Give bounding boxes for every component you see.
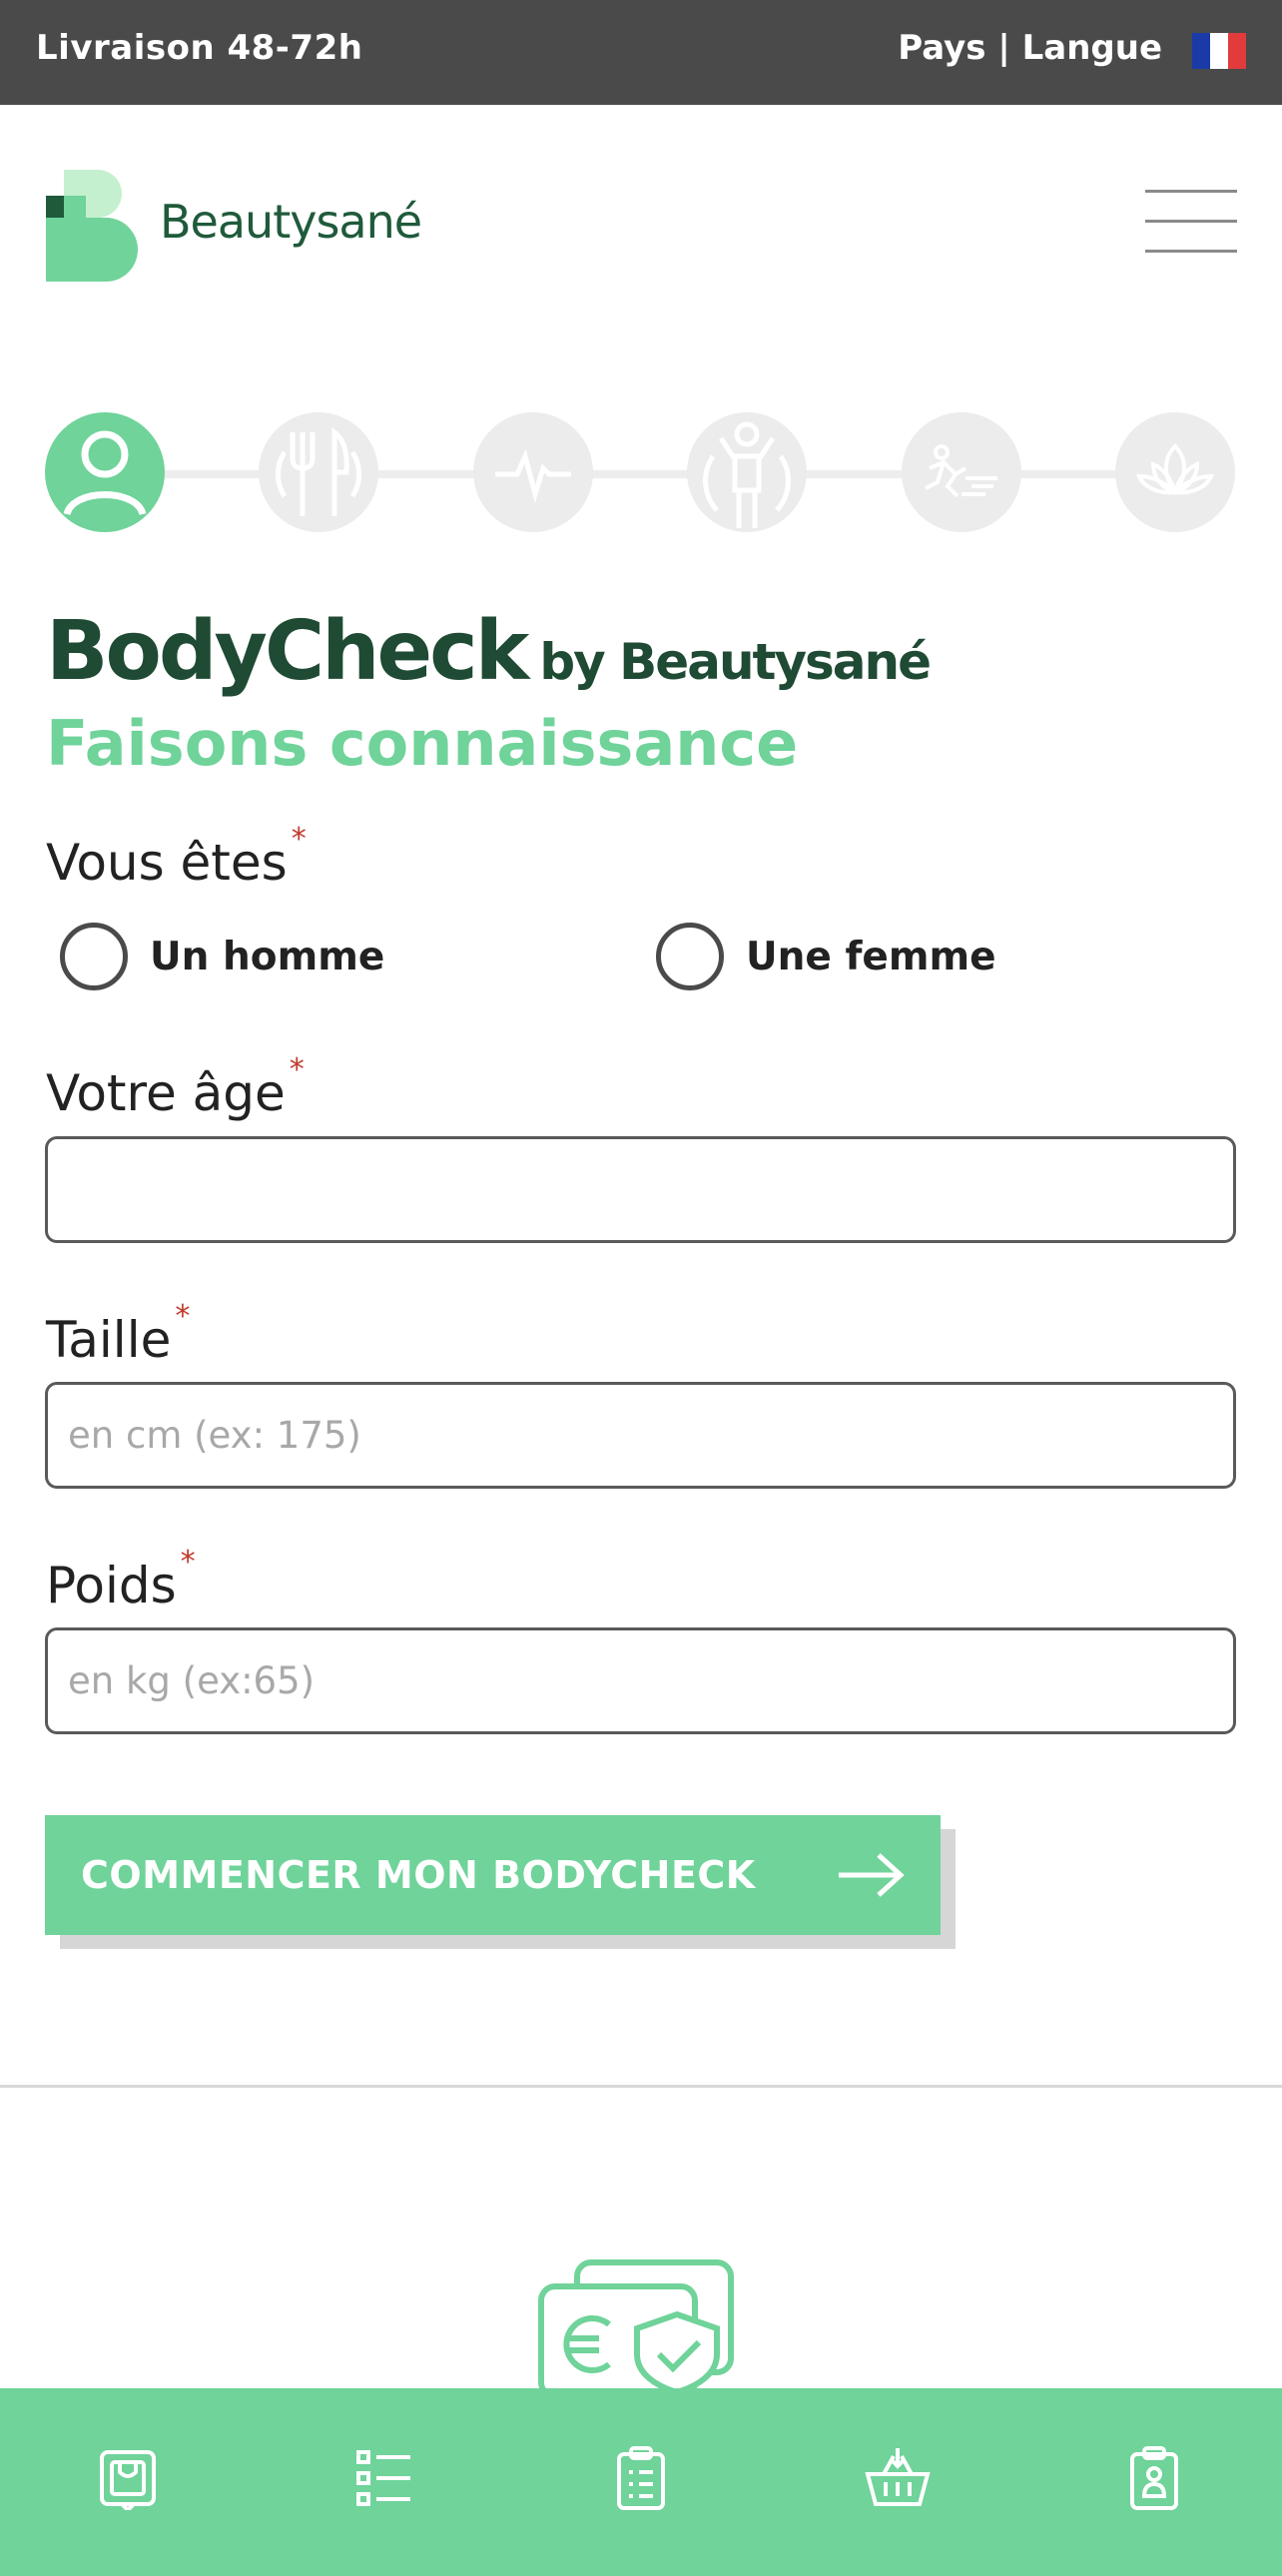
weight-label: Poids * <box>46 1545 196 1614</box>
step-body-icon <box>687 412 807 532</box>
brand-name[interactable]: Beautysané <box>160 195 422 249</box>
height-label-text: Taille <box>46 1311 172 1369</box>
section-divider <box>0 2085 1282 2088</box>
required-mark: * <box>289 1052 305 1087</box>
radio-male-circle[interactable] <box>60 923 128 990</box>
france-flag-icon[interactable] <box>1192 33 1246 69</box>
weight-input[interactable] <box>45 1627 1236 1734</box>
gender-label: Vous êtes * <box>46 822 307 892</box>
secure-payment-icon <box>538 2259 734 2388</box>
progress-steps <box>45 412 1237 534</box>
clipboard-list-icon[interactable] <box>591 2428 691 2528</box>
top-bar: Livraison 48-72h Pays | Langue <box>0 0 1282 105</box>
radio-male[interactable]: Un homme <box>60 917 384 996</box>
bodycheck-by-brand: by Beautysané <box>539 633 932 691</box>
step-fork-knife-icon <box>259 412 378 532</box>
required-mark: * <box>175 1299 191 1334</box>
step-lotus-icon <box>1115 412 1235 532</box>
site-header: Beautysané <box>0 105 1282 344</box>
clipboard-user-icon[interactable] <box>1104 2428 1204 2528</box>
height-input[interactable] <box>45 1382 1236 1489</box>
hamburger-menu-icon[interactable] <box>1145 190 1237 254</box>
beautysane-logo[interactable] <box>46 170 146 282</box>
bodycheck-title: BodyCheck <box>46 604 529 699</box>
form-title: BodyCheck by Beautysané <box>46 604 932 699</box>
step-running-icon <box>902 412 1021 532</box>
age-label-text: Votre âge <box>46 1064 286 1122</box>
basket-icon[interactable] <box>848 2428 948 2528</box>
radio-female-circle[interactable] <box>656 923 724 990</box>
start-bodycheck-button[interactable]: COMMENCER MON BODYCHECK <box>45 1815 941 1935</box>
required-mark: * <box>291 822 307 857</box>
list-icon[interactable] <box>334 2428 434 2528</box>
height-label: Taille * <box>46 1299 190 1369</box>
required-mark: * <box>180 1545 196 1580</box>
arrow-right-icon <box>839 1853 905 1897</box>
step-heartbeat-icon <box>473 412 593 532</box>
form-subtitle: Faisons connaissance <box>46 707 799 780</box>
weight-label-text: Poids <box>46 1557 177 1614</box>
shopping-bag-icon[interactable] <box>78 2428 178 2528</box>
radio-male-label[interactable]: Un homme <box>150 935 384 979</box>
age-input[interactable] <box>45 1136 1236 1243</box>
start-bodycheck-label[interactable]: COMMENCER MON BODYCHECK <box>81 1853 837 1897</box>
gender-label-text: Vous êtes <box>46 834 288 892</box>
radio-female-label[interactable]: Une femme <box>746 935 996 979</box>
country-language-selector[interactable]: Pays | Langue <box>898 28 1162 68</box>
age-label: Votre âge * <box>46 1052 305 1122</box>
radio-female[interactable]: Une femme <box>656 917 996 996</box>
bottom-navigation <box>0 2388 1282 2576</box>
delivery-info: Livraison 48-72h <box>36 28 363 68</box>
step-user-icon <box>45 412 165 532</box>
